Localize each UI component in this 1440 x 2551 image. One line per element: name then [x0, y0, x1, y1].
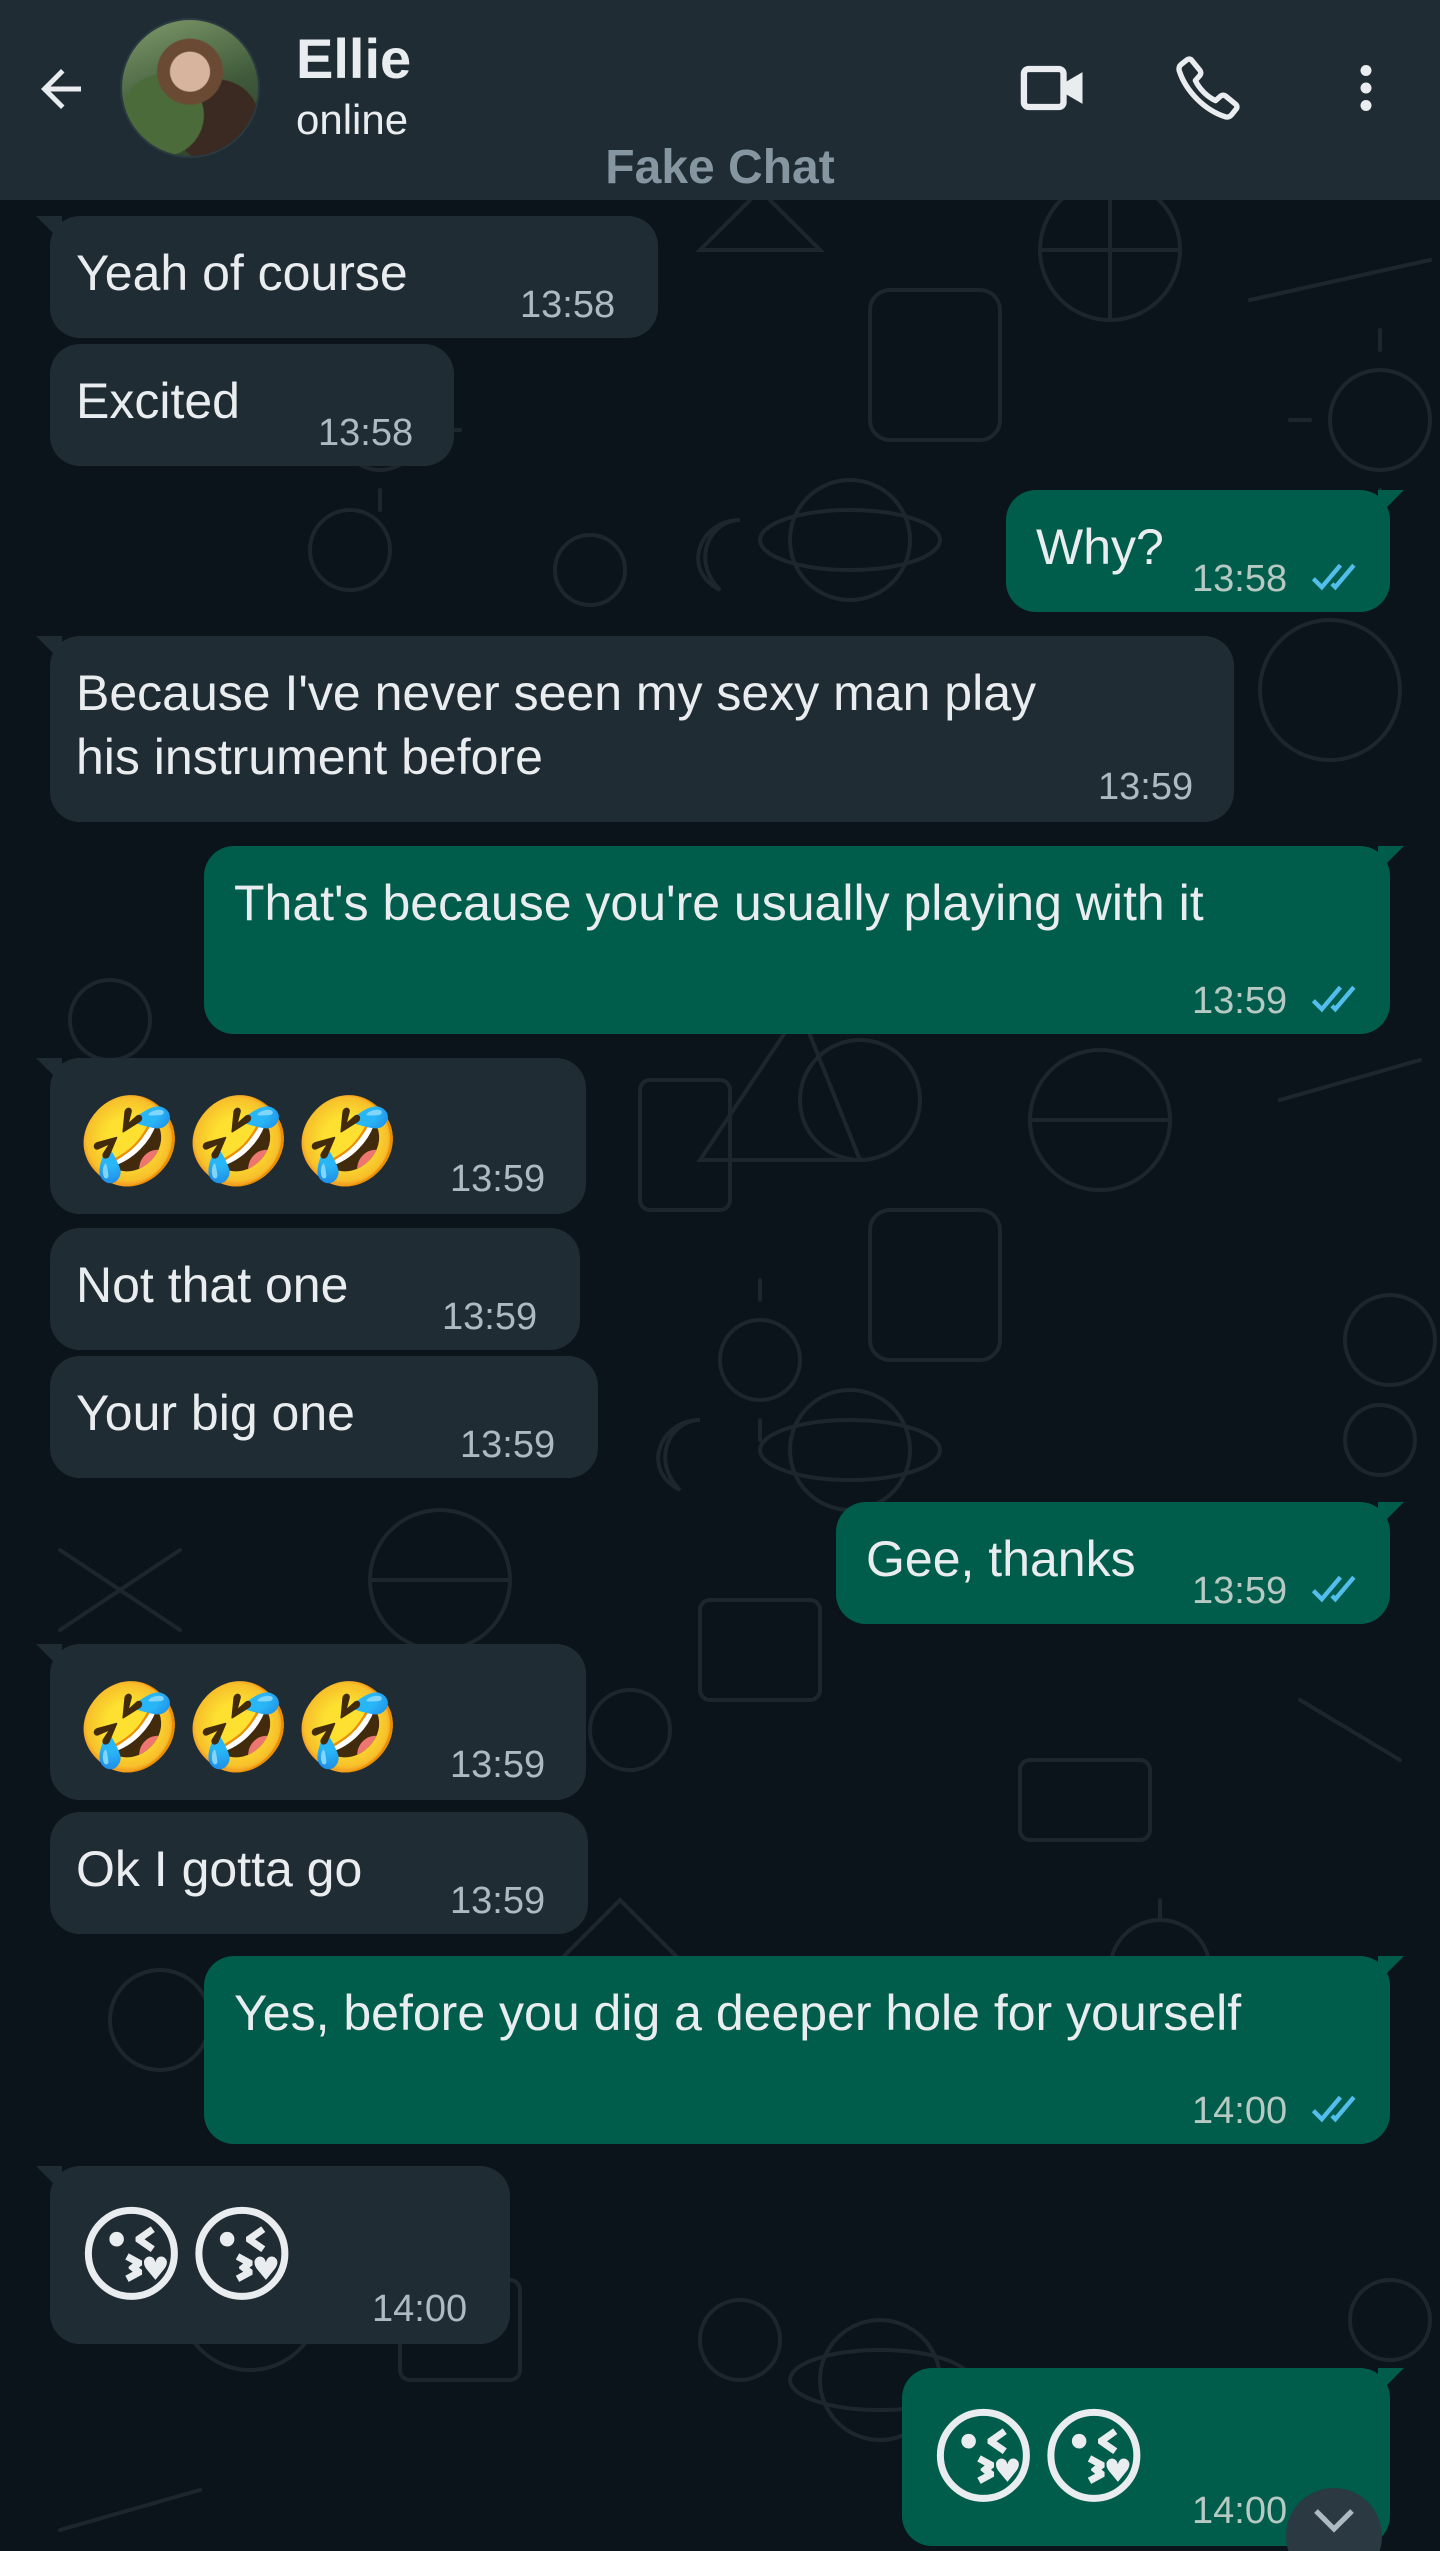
message-text-line-1: Because I've never seen my sexy man play: [76, 665, 1037, 721]
message-time: 13:59: [442, 1296, 538, 1338]
bubble-tail: [36, 2166, 62, 2192]
message-emoji: 😘😘: [928, 2399, 1150, 2517]
bubble-tail: [1378, 2368, 1404, 2394]
message-outgoing[interactable]: Why? 13:58: [1006, 490, 1404, 612]
message-emoji: 😘😘: [76, 2197, 298, 2315]
message-incoming[interactable]: Because I've never seen my sexy man play…: [36, 636, 1234, 822]
message-outgoing[interactable]: That's because you're usually playing wi…: [204, 846, 1404, 1034]
message-text: Yeah of course: [76, 245, 408, 301]
message-time: 13:59: [450, 1158, 546, 1200]
message-text: Excited: [76, 373, 240, 429]
chevron-down-icon: [1314, 2509, 1354, 2533]
message-outgoing[interactable]: Yes, before you dig a deeper hole for yo…: [204, 1956, 1404, 2144]
watermark-text: Fake Chat: [605, 141, 835, 194]
bubble-tail: [1378, 1502, 1404, 1528]
message-text: Why?: [1036, 519, 1164, 575]
contact-name[interactable]: Ellie: [296, 26, 411, 91]
chat-header: Ellie online Fake Chat: [0, 0, 1440, 200]
message-incoming[interactable]: 🤣🤣🤣 13:59: [36, 1058, 586, 1214]
message-time: 13:58: [520, 284, 616, 326]
bubble-tail: [1378, 1956, 1404, 1982]
message-time: 14:00: [372, 2288, 468, 2330]
message-incoming[interactable]: Not that one 13:59: [50, 1228, 580, 1350]
back-arrow-icon[interactable]: [28, 56, 94, 122]
message-text: Ok I gotta go: [76, 1841, 363, 1897]
message-time: 14:00: [1192, 2090, 1288, 2132]
message-time: 13:59: [1192, 980, 1288, 1022]
contact-status: online: [296, 96, 409, 143]
bubble-tail: [36, 216, 62, 242]
message-text: Not that one: [76, 1257, 349, 1313]
bubble-tail: [36, 636, 62, 662]
message-text: Gee, thanks: [866, 1531, 1136, 1587]
read-receipt-icon: [1311, 563, 1356, 591]
bubble-tail: [1378, 490, 1404, 516]
message-text: That's because you're usually playing wi…: [234, 875, 1204, 931]
message-time: 13:59: [1192, 1570, 1288, 1612]
bubble-tail: [36, 1058, 62, 1084]
bubble-tail: [1378, 846, 1404, 872]
message-emoji: 🤣🤣🤣: [76, 1094, 404, 1190]
message-outgoing[interactable]: Gee, thanks 13:59: [836, 1502, 1404, 1624]
message-emoji: 🤣🤣🤣: [76, 1680, 404, 1776]
message-text-line-2: his instrument before: [76, 729, 543, 785]
read-receipt-icon: [1311, 1575, 1356, 1603]
message-incoming[interactable]: 🤣🤣🤣 13:59: [36, 1644, 586, 1800]
message-incoming[interactable]: Ok I gotta go 13:59: [50, 1812, 588, 1934]
message-time: 13:59: [460, 1424, 556, 1466]
message-time: 14:00: [1192, 2490, 1288, 2532]
message-incoming[interactable]: 😘😘 14:00: [36, 2166, 510, 2344]
video-call-icon[interactable]: [1014, 48, 1094, 128]
bubble-tail: [36, 1644, 62, 1670]
phone-icon[interactable]: [1168, 48, 1248, 128]
message-text: Yes, before you dig a deeper hole for yo…: [234, 1985, 1242, 2041]
message-text: Your big one: [76, 1385, 355, 1441]
message-incoming[interactable]: Excited 13:58: [50, 344, 454, 466]
message-time: 13:59: [450, 1880, 546, 1922]
message-time: 13:59: [1098, 766, 1194, 808]
read-receipt-icon: [1311, 985, 1356, 1013]
message-time: 13:59: [450, 1744, 546, 1786]
contact-avatar[interactable]: [120, 18, 260, 158]
more-vert-icon[interactable]: [1326, 48, 1406, 128]
message-incoming[interactable]: Your big one 13:59: [50, 1356, 598, 1478]
message-time: 13:58: [318, 412, 414, 454]
chat-area[interactable]: Yeah of course 13:58 Excited 13:58 Why? …: [0, 200, 1440, 2551]
read-receipt-icon: [1311, 2095, 1356, 2123]
message-incoming[interactable]: Yeah of course 13:58: [36, 216, 658, 338]
message-time: 13:58: [1192, 558, 1288, 600]
